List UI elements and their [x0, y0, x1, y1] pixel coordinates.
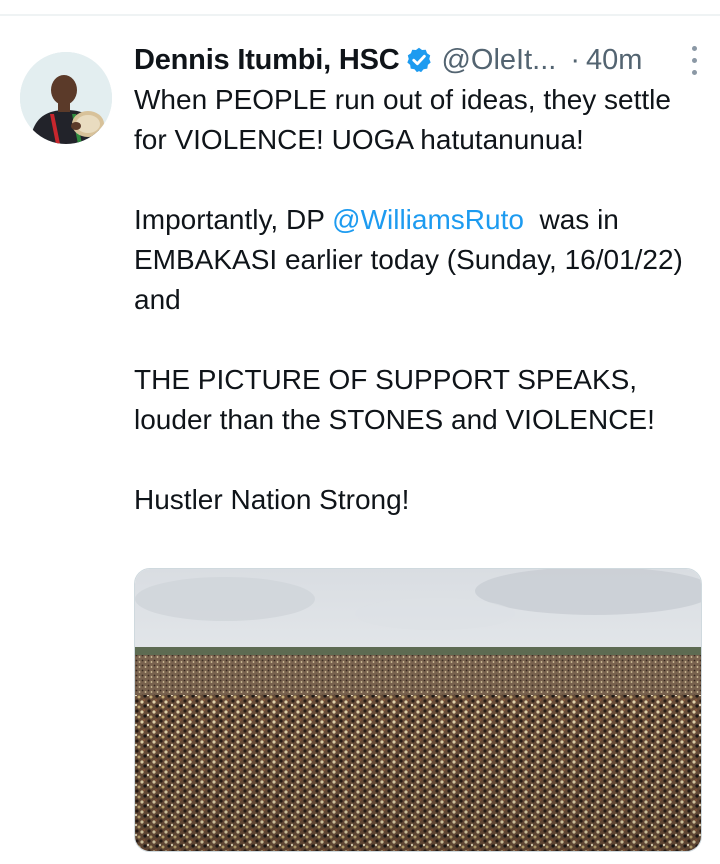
mention-link[interactable]: @WilliamsRuto — [332, 204, 524, 235]
tweet-paragraph-1: When PEOPLE run out of ideas, they settl… — [134, 84, 671, 155]
tweet-text: When PEOPLE run out of ideas, they settl… — [134, 80, 704, 520]
separator-dot: · — [570, 43, 581, 76]
paragraph-2-start: Importantly, DP — [134, 204, 333, 235]
avatar[interactable] — [20, 52, 112, 144]
verified-badge-icon — [405, 46, 433, 74]
tweet-paragraph-4: Hustler Nation Strong! — [134, 484, 410, 515]
more-options-icon[interactable] — [688, 42, 700, 78]
tweet-header: Dennis Itumbi, HSC @OleIt... · 40m — [134, 38, 704, 82]
tweet-paragraph-2: Importantly, DP @WilliamsRuto was in EMB… — [134, 200, 704, 320]
tweet[interactable]: Dennis Itumbi, HSC @OleIt... · 40m When … — [0, 16, 720, 864]
tweet-paragraph-3: THE PICTURE OF SUPPORT SPEAKS, louder th… — [134, 364, 655, 435]
display-name[interactable]: Dennis Itumbi, HSC — [134, 44, 400, 77]
tweet-photo[interactable] — [134, 568, 702, 852]
handle[interactable]: @OleIt... — [441, 44, 556, 77]
timestamp[interactable]: 40m — [586, 44, 642, 77]
